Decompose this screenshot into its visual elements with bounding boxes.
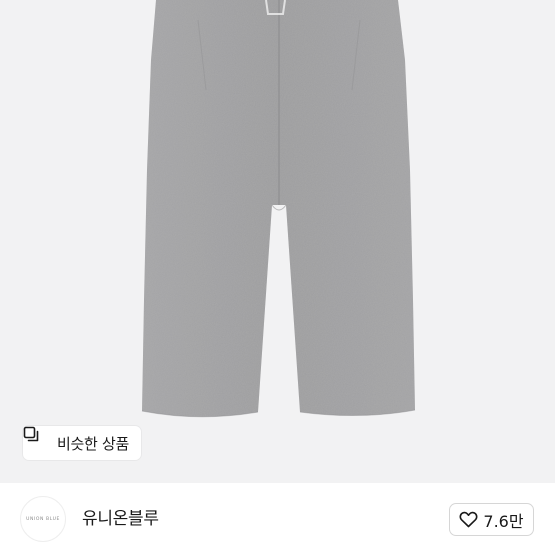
similar-products-button[interactable]: 비슷한 상품 (23, 426, 141, 460)
pants-illustration (141, 0, 416, 418)
similar-products-icon (23, 426, 51, 452)
heart-outline-icon (459, 511, 478, 528)
product-image[interactable]: 비슷한 상품 (0, 0, 555, 483)
shop-bar: UNION BLUE 유니온블루 7.6만 (0, 483, 555, 555)
shop-avatar[interactable]: UNION BLUE (20, 496, 66, 542)
like-count: 7.6만 (483, 511, 524, 531)
like-button[interactable]: 7.6만 (449, 503, 534, 536)
shop-logo-text: UNION BLUE (26, 516, 60, 522)
shop-name[interactable]: 유니온블루 (82, 483, 159, 555)
similar-products-label: 비슷한 상품 (57, 434, 129, 453)
